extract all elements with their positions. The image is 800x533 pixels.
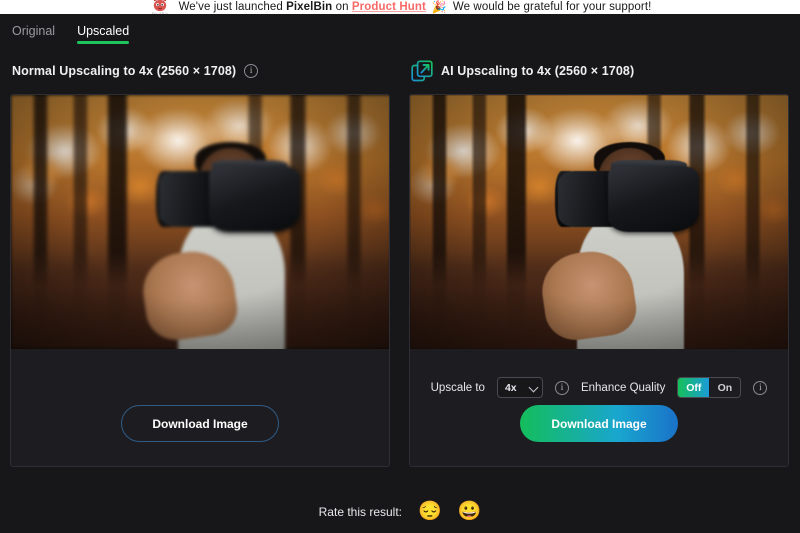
promo-text-after: We would be grateful for your support! (452, 1, 652, 13)
normal-upscale-title: Normal Upscaling to 4x (2560 × 1708) (12, 63, 237, 78)
rate-positive-emoji[interactable]: 😀 (458, 502, 482, 521)
download-image-button-normal[interactable]: Download Image (121, 405, 279, 442)
enhance-quality-on-option[interactable]: On (709, 378, 740, 397)
normal-upscale-panel: Download Image (10, 94, 390, 467)
upscale-factor-value: 4x (504, 381, 517, 394)
tab-original[interactable]: Original (12, 14, 55, 47)
normal-upscale-image (11, 95, 389, 349)
enhance-quality-off-option[interactable]: Off (678, 378, 710, 397)
promo-message: We've just launched PixelBin on Product … (179, 1, 426, 13)
upscale-factor-select[interactable]: 4x (496, 377, 543, 398)
enhance-quality-info-icon[interactable]: i (753, 380, 768, 395)
rate-result-row: Rate this result: 😔 😀 (0, 502, 800, 521)
comparison-stage: Normal Upscaling to 4x (2560 × 1708) i D… (0, 47, 800, 533)
enhance-quality-toggle[interactable]: Off On (677, 377, 742, 398)
download-image-button-ai[interactable]: Download Image (520, 405, 678, 442)
upscale-to-info-icon[interactable]: i (554, 380, 569, 395)
party-popper-emoji: 🎉 (431, 0, 447, 14)
normal-upscale-info-icon[interactable]: i (244, 63, 259, 78)
ai-upscale-panel-body: Upscale to 4x i Enhance Quality Off On i… (410, 349, 788, 466)
product-hunt-link[interactable]: Product Hunt (352, 1, 426, 13)
rate-negative-emoji[interactable]: 😔 (418, 502, 442, 521)
promo-brand: PixelBin (286, 1, 333, 13)
chevron-down-icon (528, 382, 539, 393)
normal-upscale-header: Normal Upscaling to 4x (2560 × 1708) i (10, 47, 390, 94)
enhance-quality-label: Enhance Quality (580, 381, 666, 394)
ai-upscale-panel: Upscale to 4x i Enhance Quality Off On i… (409, 94, 789, 467)
ai-upscale-column: AI Upscaling to 4x (2560 × 1708) Upscale… (409, 47, 789, 467)
ai-upscale-title: AI Upscaling to 4x (2560 × 1708) (441, 63, 635, 78)
product-hunt-kitty-logo-icon: PixelBin (149, 0, 171, 14)
normal-upscale-panel-body: Download Image (11, 349, 389, 466)
promo-text-mid: on (332, 1, 352, 13)
promo-text-before: We've just launched (178, 1, 287, 13)
promo-banner: PixelBin We've just launched PixelBin on… (0, 0, 800, 14)
ai-upscale-header: AI Upscaling to 4x (2560 × 1708) (409, 47, 789, 94)
upscale-to-label: Upscale to (430, 381, 485, 394)
ai-upscale-image (410, 95, 788, 349)
ai-upscale-arrow-icon (411, 59, 433, 82)
view-tabs: Original Upscaled (0, 14, 800, 47)
tab-upscaled[interactable]: Upscaled (77, 14, 130, 47)
normal-upscale-column: Normal Upscaling to 4x (2560 × 1708) i D… (10, 47, 390, 467)
rate-result-label: Rate this result: (318, 504, 403, 519)
ai-upscale-controls: Upscale to 4x i Enhance Quality Off On i (410, 377, 788, 398)
